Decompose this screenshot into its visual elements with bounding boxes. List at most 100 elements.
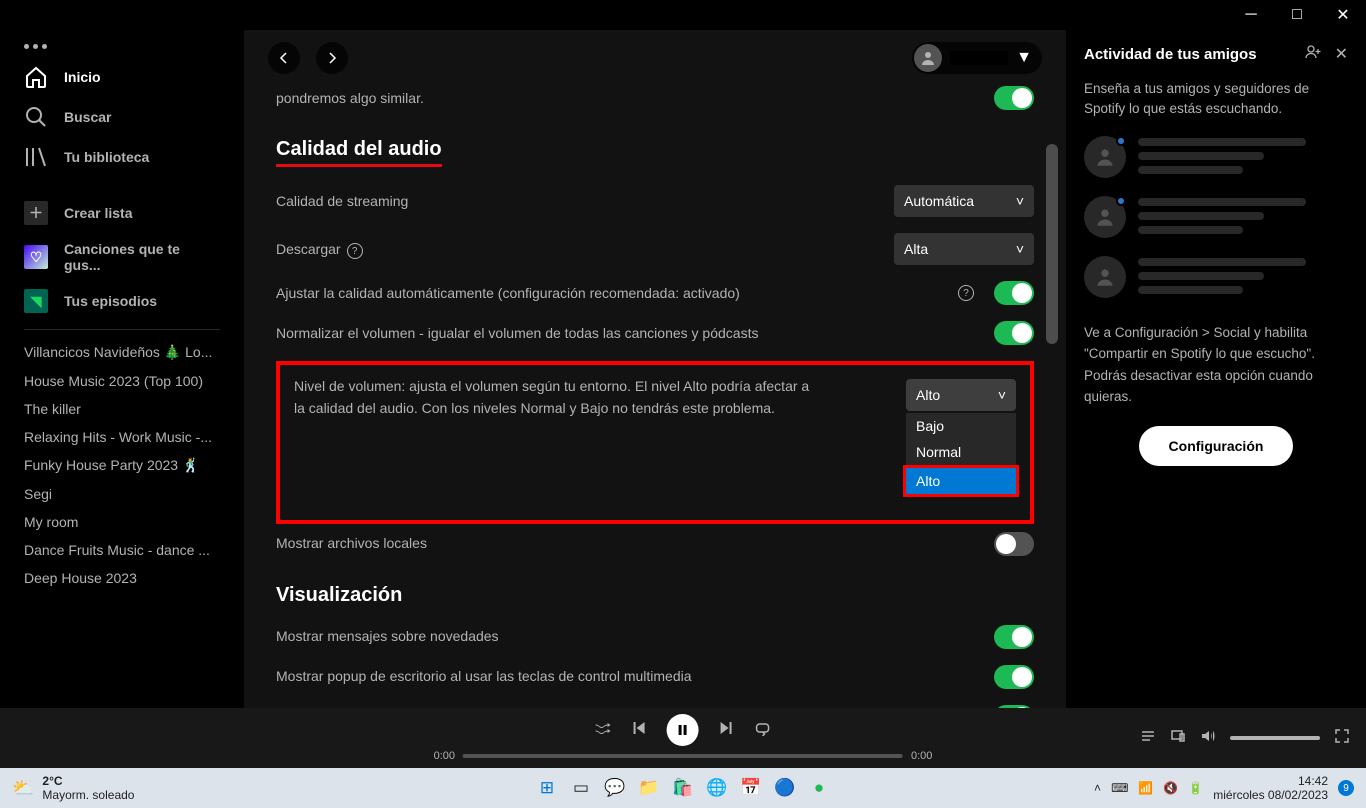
local-files-label: Mostrar archivos locales <box>276 533 974 554</box>
window-close-button[interactable]: ✕ <box>1320 0 1366 30</box>
taskbar-edge[interactable]: 🌐 <box>703 774 731 802</box>
taskbar-store[interactable]: 🛍️ <box>669 774 697 802</box>
volume-level-select[interactable]: Alto˅ <box>906 379 1016 411</box>
playlist-item[interactable]: Villancicos Navideños 🎄 Lo... <box>8 338 236 367</box>
shuffle-button[interactable] <box>595 720 611 741</box>
repeat-button[interactable] <box>755 720 771 741</box>
add-friend-icon[interactable] <box>1305 44 1321 65</box>
home-icon <box>24 65 48 89</box>
toggle-local-files[interactable] <box>994 532 1034 556</box>
nav-episodes-label: Tus episodios <box>64 293 157 309</box>
chevron-right-icon <box>324 50 340 66</box>
taskbar-notifications[interactable]: 9 <box>1338 780 1354 796</box>
window-maximize-button[interactable]: □ <box>1274 0 1320 30</box>
app-menu-button[interactable] <box>8 36 236 57</box>
weather-icon: ⛅ <box>12 778 34 799</box>
taskbar-calendar[interactable]: 📅 <box>737 774 765 802</box>
nav-liked-label: Canciones que te gus... <box>64 241 220 273</box>
taskbar-clock[interactable]: 14:42miércoles 08/02/2023 <box>1213 774 1328 803</box>
download-quality-label: Descargar? <box>276 239 874 260</box>
download-quality-select[interactable]: Alta˅ <box>894 233 1034 265</box>
nav-forward-button[interactable] <box>316 42 348 74</box>
popup-label: Mostrar popup de escritorio al usar las … <box>276 666 974 687</box>
friends-panel-title: Actividad de tus amigos <box>1084 46 1257 63</box>
section-audio-quality: Calidad del audio <box>276 138 442 167</box>
help-icon[interactable]: ? <box>347 243 363 259</box>
nav-library[interactable]: Tu biblioteca <box>8 137 236 177</box>
playlist-item[interactable]: The killer <box>8 395 236 423</box>
previous-button[interactable] <box>631 720 647 741</box>
play-pause-button[interactable] <box>667 714 699 746</box>
nav-home[interactable]: Inicio <box>8 57 236 97</box>
windows-taskbar: ⛅ 2°CMayorm. soleado ⊞ ▭ 💬 📁 🛍️ 🌐 📅 🔵 ● … <box>0 768 1366 808</box>
close-panel-icon[interactable]: ✕ <box>1335 44 1348 65</box>
devices-button[interactable] <box>1170 728 1186 749</box>
taskbar-explorer[interactable]: 📁 <box>635 774 663 802</box>
taskbar-start-button[interactable]: ⊞ <box>533 774 561 802</box>
nav-library-label: Tu biblioteca <box>64 149 149 165</box>
playlist-item[interactable]: Segi <box>8 480 236 508</box>
tray-keyboard-icon[interactable]: ⌨ <box>1111 781 1128 795</box>
playlist-item[interactable]: My room <box>8 508 236 536</box>
auto-quality-label: Ajustar la calidad automáticamente (conf… <box>276 283 932 304</box>
volume-slider[interactable] <box>1230 736 1320 740</box>
fullscreen-button[interactable] <box>1334 728 1350 749</box>
avatar-icon <box>1084 256 1126 298</box>
nav-search[interactable]: Buscar <box>8 97 236 137</box>
next-button[interactable] <box>719 720 735 741</box>
nav-search-label: Buscar <box>64 109 111 125</box>
plus-icon: ＋ <box>24 201 48 225</box>
volume-option-low[interactable]: Bajo <box>906 413 1016 439</box>
taskbar-chrome[interactable]: 🔵 <box>771 774 799 802</box>
search-icon <box>24 105 48 129</box>
taskbar-chat[interactable]: 💬 <box>601 774 629 802</box>
tray-volume-icon[interactable]: 🔇 <box>1163 781 1178 795</box>
playlist-item[interactable]: Dance Fruits Music - dance ... <box>8 536 236 564</box>
chevron-down-icon: ˅ <box>1016 241 1024 257</box>
streaming-quality-select[interactable]: Automática˅ <box>894 185 1034 217</box>
friends-panel-note: Ve a Configuración > Social y habilita "… <box>1084 322 1348 408</box>
taskbar-taskview[interactable]: ▭ <box>567 774 595 802</box>
volume-option-high[interactable]: Alto <box>903 465 1019 497</box>
taskbar-spotify[interactable]: ● <box>805 774 833 802</box>
friend-placeholder <box>1084 196 1348 238</box>
tray-wifi-icon[interactable]: 📶 <box>1138 781 1153 795</box>
toggle-news[interactable] <box>994 625 1034 649</box>
tray-chevron-icon[interactable]: ˄ <box>1094 781 1101 795</box>
section-display: Visualización <box>276 584 402 607</box>
queue-button[interactable] <box>1140 728 1156 749</box>
playlist-item[interactable]: House Music 2023 (Top 100) <box>8 367 236 395</box>
toggle-popup[interactable] <box>994 665 1034 689</box>
highlighted-setting: Nivel de volumen: ajusta el volumen segú… <box>276 361 1034 524</box>
nav-create-playlist[interactable]: ＋ Crear lista <box>8 193 236 233</box>
news-label: Mostrar mensajes sobre novedades <box>276 626 974 647</box>
toggle-auto-quality[interactable] <box>994 281 1034 305</box>
help-icon[interactable]: ? <box>958 285 974 301</box>
user-menu-button[interactable]: ▼ <box>912 42 1042 74</box>
avatar-icon <box>1084 136 1126 178</box>
volume-option-normal[interactable]: Normal <box>906 439 1016 465</box>
friends-config-button[interactable]: Configuración <box>1139 426 1294 466</box>
nav-liked-songs[interactable]: ♡ Canciones que te gus... <box>8 233 236 281</box>
nav-back-button[interactable] <box>268 42 300 74</box>
topbar: ▼ <box>244 30 1066 86</box>
window-minimize-button[interactable]: ─ <box>1228 0 1274 30</box>
setting-text: pondremos algo similar. <box>276 88 974 109</box>
volume-level-label: Nivel de volumen: ajusta el volumen segú… <box>294 375 814 420</box>
streaming-quality-label: Calidad de streaming <box>276 191 874 212</box>
toggle-normalize[interactable] <box>994 321 1034 345</box>
progress-slider[interactable] <box>463 754 903 758</box>
taskbar-weather[interactable]: ⛅ 2°CMayorm. soleado <box>12 774 134 802</box>
scrollbar[interactable] <box>1046 144 1058 344</box>
friends-activity-panel: Actividad de tus amigos ✕ Enseña a tus a… <box>1066 30 1366 708</box>
toggle-autoplay[interactable] <box>994 86 1034 110</box>
friend-placeholder <box>1084 256 1348 298</box>
tray-battery-icon[interactable]: 🔋 <box>1188 781 1203 795</box>
main-content: ▼ pondremos algo similar. Calidad del au… <box>244 30 1066 708</box>
playlist-item[interactable]: Deep House 2023 <box>8 564 236 592</box>
playlist-item[interactable]: Funky House Party 2023 🕺 <box>8 451 236 480</box>
volume-button[interactable] <box>1200 728 1216 749</box>
playlist-item[interactable]: Relaxing Hits - Work Music -... <box>8 423 236 451</box>
nav-episodes[interactable]: ◥ Tus episodios <box>8 281 236 321</box>
volume-level-options: Bajo Normal Alto <box>906 413 1016 497</box>
